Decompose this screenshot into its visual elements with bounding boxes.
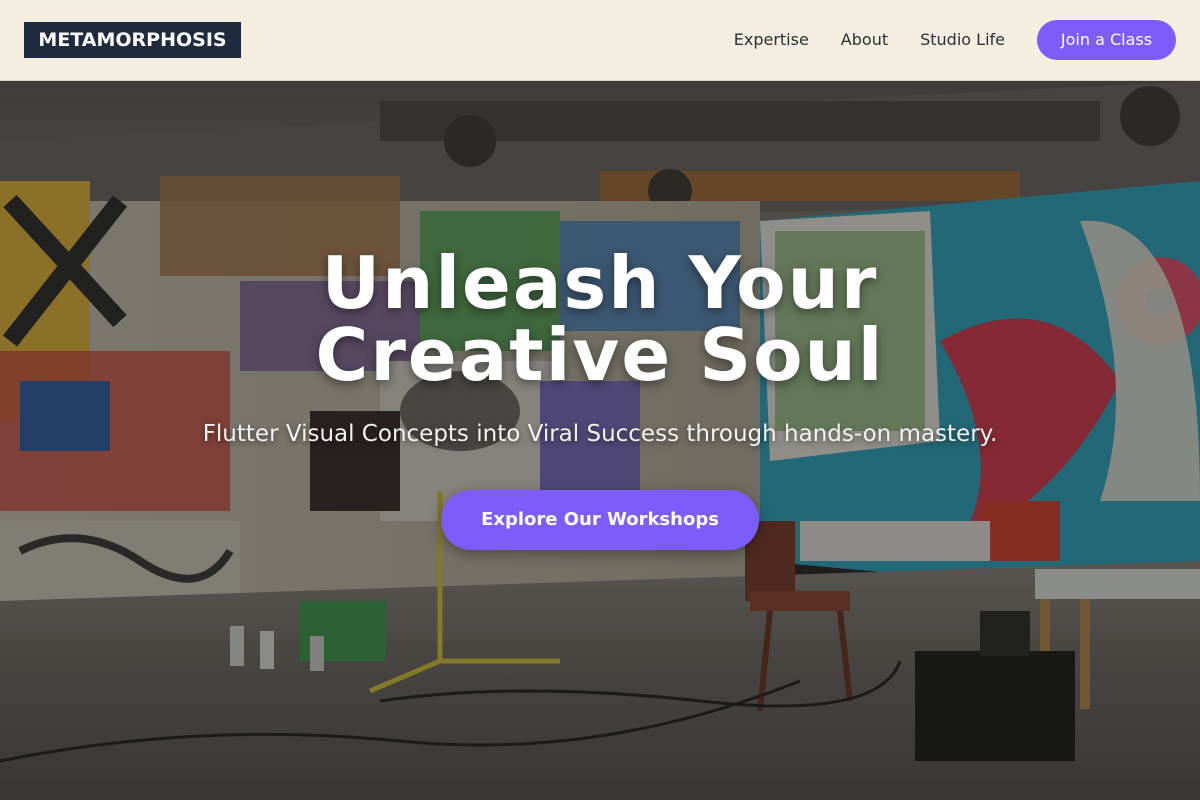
- join-class-button[interactable]: Join a Class: [1037, 20, 1176, 60]
- hero-subtitle: Flutter Visual Concepts into Viral Succe…: [202, 421, 998, 447]
- site-header: METAMORPHOSIS Expertise About Studio Lif…: [0, 0, 1200, 81]
- explore-workshops-button[interactable]: Explore Our Workshops: [441, 490, 759, 550]
- hero-section: Unleash Your Creative Soul Flutter Visua…: [0, 81, 1200, 800]
- hero-content: Unleash Your Creative Soul Flutter Visua…: [0, 81, 1200, 800]
- hero-title: Unleash Your Creative Soul: [0, 247, 1200, 391]
- nav-link-expertise[interactable]: Expertise: [734, 20, 809, 60]
- hero-title-line-2: Creative Soul: [315, 313, 885, 397]
- main-nav: Expertise About Studio Life Join a Class: [734, 20, 1176, 60]
- brand-logo[interactable]: METAMORPHOSIS: [24, 22, 241, 58]
- nav-link-studio-life[interactable]: Studio Life: [920, 20, 1005, 60]
- nav-link-about[interactable]: About: [841, 20, 888, 60]
